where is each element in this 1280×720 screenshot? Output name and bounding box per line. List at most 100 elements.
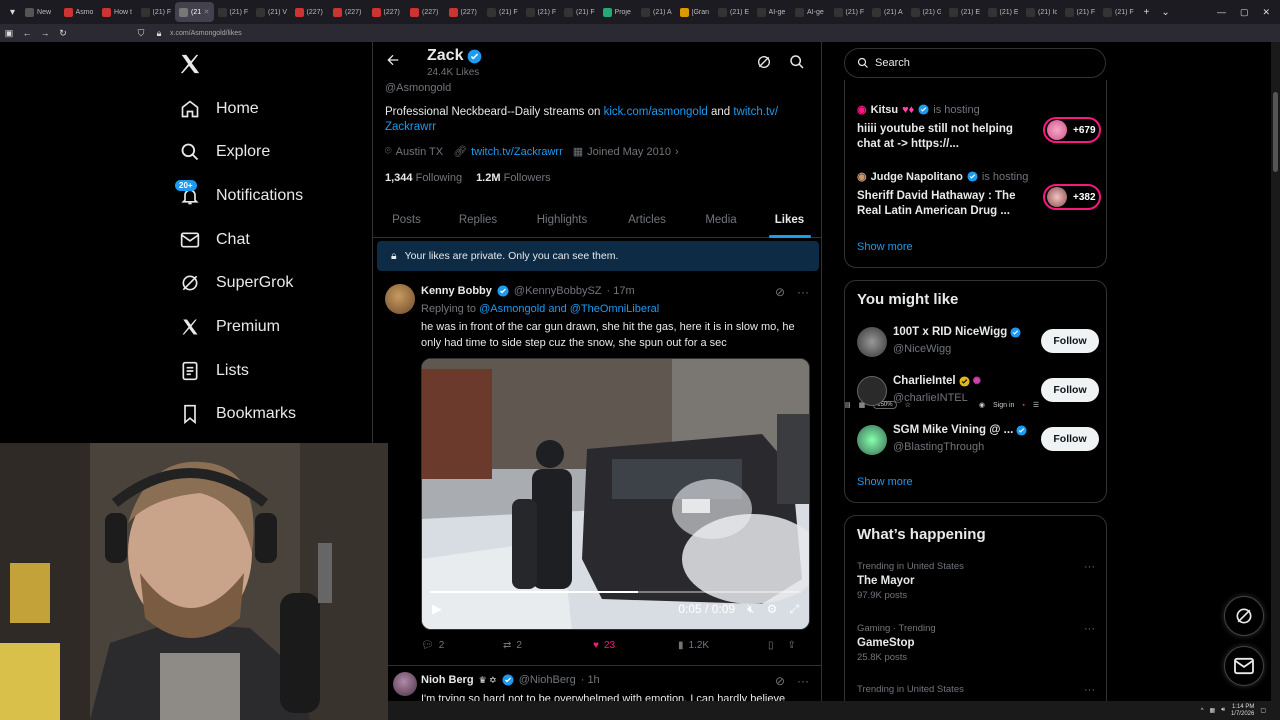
follow-button[interactable]: Follow <box>1041 427 1099 451</box>
browser-tab[interactable]: (21) F <box>1099 2 1138 22</box>
browser-tab[interactable]: How t <box>98 2 137 22</box>
like-button[interactable]: ♥ 23 <box>593 640 678 651</box>
browser-tab[interactable]: (21) V <box>252 2 291 22</box>
views-button[interactable]: ▮ 1.2K <box>678 640 768 651</box>
reload-button[interactable]: ↻ <box>54 28 72 39</box>
scrollbar-thumb[interactable] <box>1273 92 1278 172</box>
grok-icon[interactable]: ⊘ <box>775 674 785 688</box>
author-handle[interactable]: @KennyBobbySZ <box>514 285 602 297</box>
shield-icon[interactable]: ⛉ <box>132 28 150 39</box>
settings-icon[interactable]: ⚙ <box>767 602 778 616</box>
back-button[interactable]: ← <box>18 28 36 38</box>
avatar[interactable] <box>857 425 887 455</box>
tab-highlights[interactable]: Highlights <box>516 202 608 238</box>
tray-chevron-icon[interactable]: ^ <box>1201 708 1204 714</box>
browser-tab[interactable]: AI-ge <box>791 2 830 22</box>
browser-tab[interactable]: (21) E <box>714 2 753 22</box>
tab-likes[interactable]: Likes <box>756 202 821 238</box>
mute-icon[interactable]: 🔇︎ <box>747 602 755 617</box>
grok-icon[interactable]: ⊘ <box>775 285 785 299</box>
author-name[interactable]: Nioh Berg <box>421 674 474 686</box>
joined[interactable]: ▦ Joined May 2010 › <box>573 145 679 159</box>
x-logo-icon[interactable] <box>179 51 201 82</box>
nav-item-chat[interactable]: Chat <box>180 228 250 252</box>
browser-tab[interactable]: (21) F <box>560 2 599 22</box>
nav-item-supergrok[interactable]: SuperGrok <box>180 271 293 295</box>
followers-link[interactable]: 1.2M Followers <box>476 172 551 184</box>
tweet-time[interactable]: · 1h <box>581 674 600 686</box>
grok-fab-button[interactable] <box>1224 596 1264 636</box>
tab-list-icon[interactable]: ▾ <box>4 7 21 18</box>
maximize-button[interactable]: ▢ <box>1240 7 1249 18</box>
website[interactable]: 🔗︎ twitch.tv/Zackrawrr <box>453 145 563 159</box>
browser-tab[interactable]: (227) <box>406 2 445 22</box>
browser-tab[interactable]: (21) F <box>830 2 869 22</box>
more-icon[interactable]: ··· <box>797 285 809 299</box>
notification-icon[interactable]: ▢ <box>1260 707 1266 714</box>
show-more-link[interactable]: Show more <box>857 241 913 253</box>
follow-suggestion[interactable]: CharlieIntel ✺ @charlieINTEL Follow <box>857 374 1099 408</box>
tab-articles[interactable]: Articles <box>608 202 686 238</box>
page-scrollbar[interactable] <box>1271 42 1280 701</box>
trend-item[interactable]: Trending in United States ··· <box>857 684 1095 696</box>
website-link[interactable]: twitch.tv/Zackrawrr <box>471 146 563 158</box>
nav-item-home[interactable]: Home <box>180 97 259 121</box>
follow-button[interactable]: Follow <box>1041 329 1099 353</box>
search-input[interactable]: Search <box>844 48 1106 78</box>
browser-tab[interactable]: (21) E <box>984 2 1023 22</box>
browser-tab[interactable]: Asmo <box>60 2 99 22</box>
browser-tab[interactable]: AI-ge <box>753 2 792 22</box>
clock[interactable]: 1:14 PM 1/7/2026 <box>1231 704 1254 718</box>
lock-icon[interactable]: 🔒︎ <box>150 28 168 39</box>
author-handle[interactable]: @NiohBerg <box>519 674 576 686</box>
more-icon[interactable]: ··· <box>1084 623 1095 635</box>
browser-tab[interactable]: (21) F <box>483 2 522 22</box>
tab-media[interactable]: Media <box>686 202 756 238</box>
tweet[interactable]: Kenny Bobby @KennyBobbySZ · 17m ⊘ ··· Re… <box>373 278 821 668</box>
browser-tab[interactable]: (21) A <box>868 2 907 22</box>
browser-tab[interactable]: (227) <box>291 2 330 22</box>
sidebar-toggle-icon[interactable]: ▣ <box>0 28 18 39</box>
avatar[interactable] <box>857 376 887 406</box>
avatar[interactable] <box>857 327 887 357</box>
bookmark-button[interactable]: ▯ <box>768 640 774 651</box>
browser-tab[interactable]: (21) F <box>214 2 253 22</box>
follow-button[interactable]: Follow <box>1041 378 1099 402</box>
messages-fab-button[interactable] <box>1224 646 1264 686</box>
grok-icon[interactable] <box>756 54 772 75</box>
nav-item-explore[interactable]: Explore <box>180 140 270 164</box>
play-icon[interactable]: ▶ <box>432 601 442 617</box>
browser-tab[interactable]: (227) <box>329 2 368 22</box>
replying-to-link[interactable]: @Asmongold and @TheOmniLiberal <box>479 303 659 315</box>
share-button[interactable]: ⇪ <box>788 640 796 651</box>
close-window-button[interactable]: ✕ <box>1262 7 1270 18</box>
live-listeners-pill[interactable]: +382 <box>1043 184 1101 210</box>
tab-replies[interactable]: Replies <box>440 202 516 238</box>
browser-tab[interactable]: (227) <box>445 2 484 22</box>
browser-tab[interactable]: (227) <box>368 2 407 22</box>
avatar[interactable] <box>393 672 417 696</box>
tab-overflow-icon[interactable]: ⌄ <box>1155 7 1175 18</box>
trend-item[interactable]: Gaming · Trending GameStop 25.8K posts ·… <box>857 623 1095 663</box>
minimize-button[interactable]: — <box>1217 7 1226 18</box>
avatar[interactable] <box>385 284 415 314</box>
volume-icon[interactable]: 🔊︎ <box>1221 707 1225 714</box>
nav-item-bookmarks[interactable]: Bookmarks <box>180 402 296 426</box>
bio-link-twitch[interactable]: twitch.tv/ <box>733 106 778 118</box>
nav-item-premium[interactable]: Premium <box>180 315 280 339</box>
browser-tab[interactable]: [Gran <box>676 2 715 22</box>
nav-item-notifications[interactable]: 20+ Notifications <box>175 180 303 208</box>
following-link[interactable]: 1,344 Following <box>385 172 462 184</box>
close-tab-icon[interactable]: ✕ <box>204 8 210 16</box>
browser-tab[interactable]: (21)✕ <box>175 2 214 22</box>
live-listeners-pill[interactable]: +679 <box>1043 117 1101 143</box>
search-icon[interactable] <box>789 54 805 75</box>
live-item[interactable]: ◉ Judge Napolitano is hosting Sheriff Davi… <box>857 170 1101 230</box>
more-icon[interactable]: ··· <box>1084 561 1095 573</box>
tweet-video[interactable]: ▶ 0:05 / 0:09 🔇︎ ⚙ ⤢ <box>421 358 810 630</box>
reply-button[interactable]: 💬︎ 2 <box>421 640 503 651</box>
bio-link-twitch-cont[interactable]: Zackrawrr <box>385 121 436 133</box>
network-icon[interactable]: ▦ <box>1210 707 1216 714</box>
browser-tab[interactable]: (21) Ic <box>1022 2 1061 22</box>
repost-button[interactable]: ⇄ 2 <box>503 640 593 651</box>
